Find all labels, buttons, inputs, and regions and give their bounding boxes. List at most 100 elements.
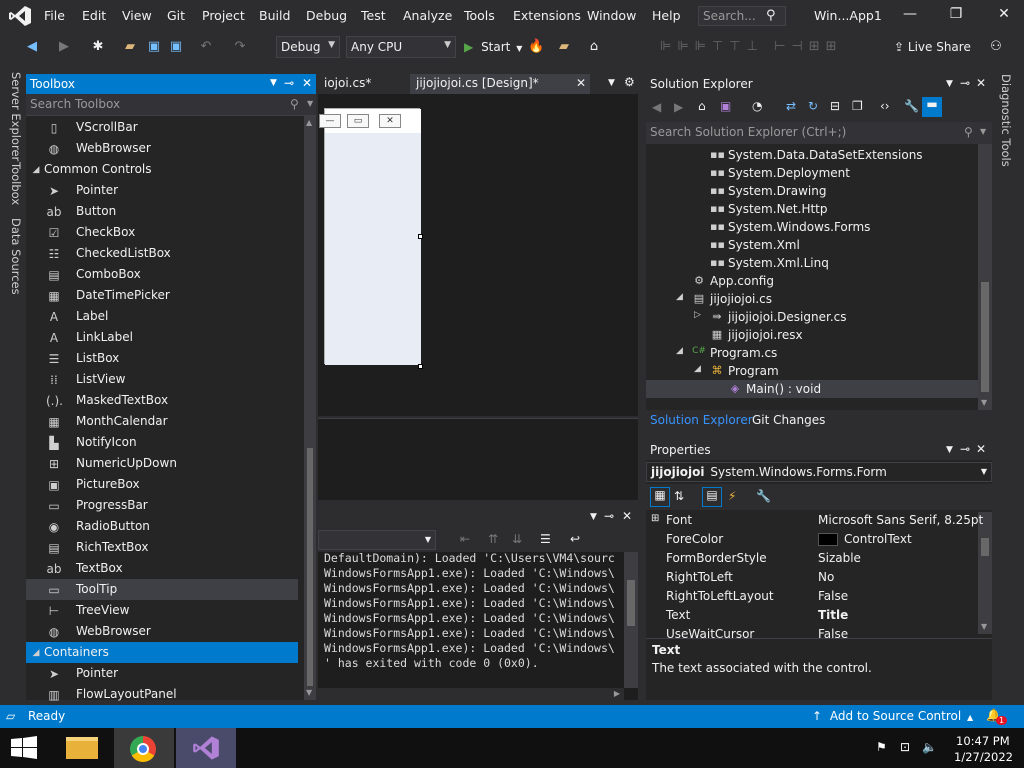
property-value[interactable]: False [818, 589, 848, 603]
chevron-down-icon[interactable]: ▼ [980, 127, 986, 136]
properties-object-selector[interactable]: jijojiojoi System.Windows.Forms.Form ▼ [646, 462, 992, 482]
find-in-files-icon[interactable]: ▰ [556, 39, 572, 55]
sync-icon[interactable]: ⇄ [786, 99, 796, 113]
toolbox-item[interactable]: (.). MaskedTextBox [26, 390, 298, 411]
find-message-icon[interactable]: ⇤ [460, 532, 470, 546]
output-source-dropdown[interactable]: ▼ [318, 530, 436, 550]
panel-menu-icon[interactable]: ▼ [270, 78, 277, 88]
data-sources-tab[interactable]: Data Sources [9, 218, 23, 295]
property-row[interactable]: UseWaitCursor False [646, 625, 978, 644]
redo-icon[interactable]: ↷ [232, 39, 248, 55]
properties-scrollbar[interactable]: ▼ [978, 512, 992, 634]
tree-item[interactable]: ▪▪ System.Deployment [646, 164, 978, 182]
pin-icon[interactable]: ⊸ [284, 76, 294, 90]
platform-dropdown[interactable]: Any CPU ▼ [346, 36, 456, 58]
menu-view[interactable]: View [122, 8, 152, 23]
scroll-up-icon[interactable]: ▲ [306, 118, 312, 127]
close-icon[interactable]: ✕ [994, 6, 1014, 26]
panel-menu-icon[interactable]: ▼ [946, 79, 953, 89]
toolbox-item[interactable]: ▦ DateTimePicker [26, 285, 298, 306]
menu-git[interactable]: Git [167, 8, 185, 23]
expand-icon[interactable]: ⊞ [651, 513, 659, 524]
toolbox-item[interactable]: ◍ WebBrowser [26, 621, 298, 642]
back-icon[interactable]: ◀ [652, 100, 661, 114]
scroll-thumb[interactable] [981, 538, 989, 556]
pin-icon[interactable]: ⊸ [960, 76, 970, 90]
tab-code-file[interactable]: iojoi.cs* [318, 74, 410, 94]
close-icon[interactable]: ✕ [622, 509, 632, 523]
preview-icon[interactable]: ▬ [922, 97, 942, 117]
tree-item[interactable]: ▦ jijojiojoi.resx [646, 326, 978, 344]
menu-tools[interactable]: Tools [464, 8, 495, 23]
property-row[interactable]: ⊞ Font Microsoft Sans Serif, 8.25pt [646, 511, 983, 530]
collapse-arrow-icon[interactable]: ◢ [694, 364, 701, 374]
prev-message-icon[interactable]: ⇈ [488, 532, 498, 546]
toolbox-item[interactable]: ◉ RadioButton [26, 516, 298, 537]
search-icon[interactable]: ⚲ [290, 97, 299, 111]
tree-item[interactable]: ▷ ⇛ jijojiojoi.Designer.cs [646, 308, 978, 326]
visual-studio-taskbar-icon[interactable] [176, 728, 236, 768]
output-hscrollbar[interactable]: ▶ [318, 688, 624, 700]
scroll-thumb[interactable] [307, 448, 313, 686]
toolbox-item[interactable]: ➤ Pointer [26, 180, 298, 201]
alphabetical-icon[interactable]: ⇅ [674, 489, 684, 503]
property-row[interactable]: FormBorderStyle Sizable [646, 549, 978, 568]
refresh-icon[interactable]: ↻ [808, 99, 818, 113]
network-icon[interactable]: ⊡ [900, 740, 910, 754]
tree-item[interactable]: ▪▪ System.Xml [646, 236, 978, 254]
toolbox-item[interactable]: A LinkLabel [26, 327, 298, 348]
toolbox-search-input[interactable]: Search Toolbox ⚲ ▼ [26, 94, 316, 116]
menu-test[interactable]: Test [361, 8, 386, 23]
property-value[interactable]: False [818, 627, 848, 641]
output-scrollbar[interactable] [624, 552, 638, 688]
scroll-down-icon[interactable]: ▼ [981, 622, 987, 631]
property-row[interactable]: ForeColor ControlText [646, 530, 978, 549]
toolbox-item[interactable]: ▭ ProgressBar [26, 495, 298, 516]
menu-edit[interactable]: Edit [82, 8, 106, 23]
toolbox-item[interactable]: ▙ NotifyIcon [26, 432, 298, 453]
scroll-thumb[interactable] [627, 580, 635, 626]
toolbox-item[interactable]: ⊢ TreeView [26, 600, 298, 621]
search-icon[interactable]: ⚲ [766, 8, 776, 23]
next-message-icon[interactable]: ⇊ [512, 532, 522, 546]
toolbox-item[interactable]: ab TextBox [26, 558, 298, 579]
menu-build[interactable]: Build [259, 8, 290, 23]
menu-debug[interactable]: Debug [306, 8, 347, 23]
toolbox-scrollbar[interactable]: ▲ ▼ [304, 116, 316, 700]
search-icon[interactable]: ⚲ [964, 125, 973, 139]
save-all-icon[interactable]: ▣ [168, 39, 184, 55]
toolbox-item[interactable]: ▥ FlowLayoutPanel [26, 684, 298, 705]
file-explorer-icon[interactable] [52, 728, 112, 768]
toolbox-item[interactable]: ▦ MonthCalendar [26, 411, 298, 432]
tree-item[interactable]: ▪▪ System.Net.Http [646, 200, 978, 218]
save-icon[interactable]: ▣ [146, 39, 162, 55]
chevron-down-icon[interactable]: ▼ [307, 99, 313, 108]
toolbox-item[interactable]: ◍ WebBrowser [26, 138, 298, 159]
configuration-dropdown[interactable]: Debug ▼ [276, 36, 340, 58]
clock-time[interactable]: 10:47 PM [956, 734, 1010, 748]
action-center-flag-icon[interactable]: ⚑ [876, 740, 887, 754]
resize-handle-corner[interactable] [418, 364, 423, 369]
resize-handle-right[interactable] [418, 234, 423, 239]
menu-file[interactable]: File [44, 8, 65, 23]
browser-link-icon[interactable]: ⌂ [586, 39, 602, 55]
minimize-icon[interactable]: — [900, 6, 920, 26]
word-wrap-icon[interactable]: ↩ [570, 532, 580, 546]
tree-item[interactable]: ◈ Main() : void [646, 380, 978, 398]
close-icon[interactable]: ✕ [576, 76, 586, 90]
close-icon[interactable]: ✕ [976, 442, 986, 456]
property-row[interactable]: Text Title [646, 606, 978, 625]
tab-solution-explorer[interactable]: Solution Explorer [650, 413, 753, 427]
tree-item[interactable]: ◢ ▤ jijojiojoi.cs [646, 290, 978, 308]
toolbox-item[interactable]: ➤ Pointer [26, 663, 298, 684]
vs-logo-icon[interactable] [8, 5, 32, 27]
open-folder-icon[interactable]: ▰ [122, 39, 138, 55]
expand-arrow-icon[interactable]: ▷ [694, 310, 701, 320]
toolbox-item[interactable]: ab Button [26, 201, 298, 222]
toolbox-item[interactable]: ▯ VScrollBar [26, 117, 298, 138]
categorized-icon[interactable]: ▦ [650, 487, 670, 507]
property-value[interactable]: No [818, 570, 834, 584]
panel-menu-icon[interactable]: ▼ [946, 445, 953, 455]
solution-search-input[interactable]: Search Solution Explorer (Ctrl+;) ⚲ ▼ [646, 122, 992, 144]
menu-project[interactable]: Project [202, 8, 245, 23]
